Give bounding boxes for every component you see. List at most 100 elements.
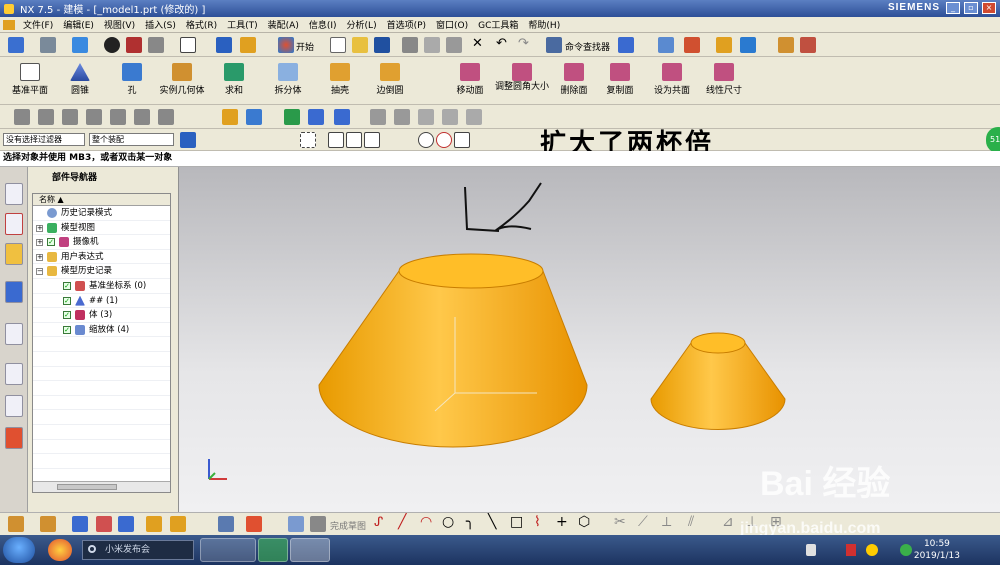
line-icon[interactable]: ╱ (398, 514, 406, 530)
expand-icon[interactable]: + (36, 253, 43, 261)
dimension-icon[interactable]: ⊿ (722, 514, 734, 530)
reuse-library-icon[interactable] (5, 281, 23, 303)
end-point-icon[interactable] (346, 132, 362, 148)
collapse-icon[interactable]: − (36, 268, 43, 276)
rectangle-icon[interactable]: □ (510, 514, 523, 530)
part-navigator-icon[interactable] (5, 243, 23, 265)
view-cube-gray-icon[interactable] (148, 37, 164, 53)
menu-edit[interactable]: 编辑(E) (58, 18, 99, 31)
exploded-view-icon[interactable] (218, 516, 234, 532)
box-select-icon[interactable] (300, 132, 316, 148)
point-icon[interactable]: + (556, 514, 568, 530)
linear-dimension-button[interactable]: 线性尺寸 (694, 63, 754, 96)
start-button[interactable] (3, 537, 35, 563)
tree-row-datum-csys[interactable]: ✓ 基准坐标系 (0) (33, 279, 170, 294)
intersection-icon[interactable] (454, 132, 470, 148)
security-shield-icon[interactable] (900, 544, 912, 556)
system-clock[interactable]: 10:59 2019/1/13 (914, 538, 960, 562)
visibility-check[interactable]: ✓ (63, 281, 71, 290)
taskbar-paint-app[interactable] (200, 538, 256, 562)
info-icon[interactable] (618, 37, 634, 53)
shaded-cube-icon[interactable] (72, 37, 88, 53)
assembly-icon[interactable] (8, 516, 24, 532)
sync-icon-2[interactable] (394, 109, 410, 125)
volume-icon[interactable] (846, 544, 856, 556)
cut-icon[interactable] (402, 37, 418, 53)
move-component-icon[interactable] (118, 516, 134, 532)
web-browser-icon[interactable] (5, 323, 23, 345)
scrollbar-thumb[interactable] (57, 484, 117, 490)
expand-icon[interactable]: + (36, 239, 43, 247)
instance-geometry-button[interactable]: 实例几何体 (152, 63, 212, 96)
visibility-check[interactable]: ✓ (47, 238, 55, 247)
tree-row-history-mode[interactable]: 历史记录模式 (33, 206, 170, 221)
tree-row-scale-body[interactable]: ✓ 缩放体 (4) (33, 323, 170, 338)
corner-icon[interactable]: ⟂ (662, 514, 671, 530)
trim-icon[interactable]: ✂ (614, 514, 626, 530)
minimize-button[interactable]: _ (946, 2, 960, 14)
finish-sketch-icon[interactable] (310, 516, 326, 532)
menu-file[interactable]: 文件(F) (18, 18, 58, 31)
taskbar-browser-app[interactable] (258, 538, 288, 562)
menu-tools[interactable]: 工具(T) (222, 18, 263, 31)
edit-feature-icon-1[interactable] (14, 109, 30, 125)
view-orient-icon[interactable] (104, 37, 120, 53)
menu-preferences[interactable]: 首选项(P) (382, 18, 431, 31)
history-icon[interactable] (5, 363, 23, 385)
chamfer-icon[interactable]: ╲ (488, 514, 496, 530)
tree-row-camera[interactable]: + ✓ 摄像机 (33, 235, 170, 250)
sync-icon-1[interactable] (370, 109, 386, 125)
expand-icon[interactable]: + (36, 224, 43, 232)
analysis-tools-icon[interactable] (246, 109, 262, 125)
snap-point-icon[interactable] (328, 132, 344, 148)
sequence-icon[interactable] (246, 516, 262, 532)
finish-sketch-label[interactable]: 完成草图 (330, 519, 366, 532)
edge-blend-button[interactable]: 边倒圆 (360, 63, 420, 96)
view-cube-icon[interactable] (126, 37, 142, 53)
microphone-icon[interactable] (806, 544, 816, 556)
split-body-button[interactable]: 拆分体 (258, 63, 318, 96)
command-finder-icon[interactable] (546, 37, 562, 53)
arc-center-icon[interactable] (418, 132, 434, 148)
make-coplanar-button[interactable]: 设为共面 (642, 63, 702, 96)
selection-scope-dropdown[interactable]: 整个装配 (89, 133, 174, 146)
menu-information[interactable]: 信息(I) (304, 18, 342, 31)
small-cone[interactable] (650, 332, 786, 430)
new-file-icon[interactable] (330, 37, 346, 53)
layer-icon[interactable] (216, 37, 232, 53)
work-layer-icon[interactable] (240, 37, 256, 53)
sync-icon-4[interactable] (442, 109, 458, 125)
analysis-icon[interactable] (658, 37, 674, 53)
constraint-navigator-icon[interactable] (5, 213, 23, 235)
feature-replace-icon[interactable] (308, 109, 324, 125)
mid-point-icon[interactable] (364, 132, 380, 148)
measure-distance-icon[interactable] (778, 37, 794, 53)
move-object-icon[interactable] (716, 37, 732, 53)
copy-face-button[interactable]: 复制面 (590, 63, 650, 96)
constraint-icon[interactable] (96, 516, 112, 532)
polyline-icon[interactable]: ⌇ (534, 514, 541, 530)
unite-button[interactable]: 求和 (204, 63, 264, 96)
menu-view[interactable]: 视图(V) (99, 18, 140, 31)
mirror-icon[interactable] (170, 516, 186, 532)
edit-feature-icon-4[interactable] (86, 109, 102, 125)
tree-row-model-views[interactable]: + 模型视图 (33, 221, 170, 236)
command-finder-label[interactable]: 命令查找器 (565, 40, 610, 53)
horizontal-scrollbar[interactable] (33, 481, 170, 492)
background-icon[interactable] (180, 37, 196, 53)
edit-feature-icon-5[interactable] (110, 109, 126, 125)
tree-row-model-history[interactable]: − 模型历史记录 (33, 264, 170, 279)
cone-button[interactable]: 圆锥 (50, 63, 110, 96)
visibility-check[interactable]: ✓ (63, 311, 71, 320)
measure-angle-icon[interactable] (800, 37, 816, 53)
start-label[interactable]: 开始 (296, 40, 314, 53)
menu-format[interactable]: 格式(R) (181, 18, 222, 31)
mate-icon[interactable] (72, 516, 88, 532)
move-face-button[interactable]: 移动面 (440, 63, 500, 96)
restore-button[interactable]: ▫ (964, 2, 978, 14)
wcs-icon[interactable] (684, 37, 700, 53)
play-icon[interactable] (740, 37, 756, 53)
system-materials-icon[interactable] (5, 395, 23, 417)
assembly-navigator-icon[interactable] (5, 183, 23, 205)
paste-icon[interactable] (446, 37, 462, 53)
